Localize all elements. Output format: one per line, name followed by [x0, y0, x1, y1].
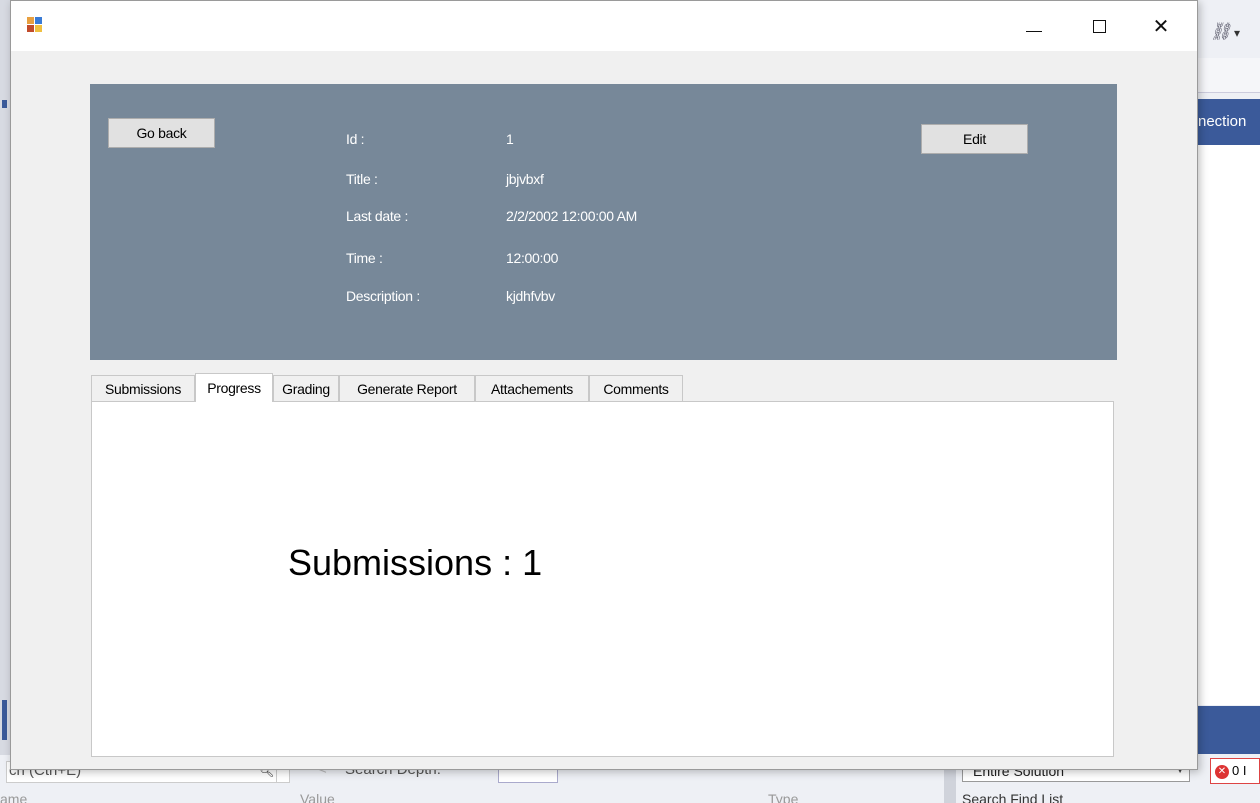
locals-column-headers: ame Value Type Search Find List [0, 791, 1198, 803]
column-header-name[interactable]: ame [0, 791, 27, 803]
close-icon: ✕ [1152, 15, 1170, 38]
tab-progress[interactable]: Progress [195, 373, 273, 402]
find-list-label: Search Find List [962, 791, 1064, 803]
column-header-value[interactable]: Value [300, 791, 335, 803]
close-button[interactable]: ✕ [1138, 1, 1184, 51]
ide-left-strip [0, 0, 10, 803]
column-header-type[interactable]: Type [768, 791, 798, 803]
error-count: 0 I [1232, 763, 1247, 778]
tab-submissions[interactable]: Submissions [91, 375, 195, 401]
go-back-button[interactable]: Go back [108, 118, 215, 148]
edit-button[interactable]: Edit [921, 124, 1028, 154]
ide-toolbar-strip [1198, 58, 1260, 93]
maximize-button[interactable] [1076, 1, 1122, 51]
minimize-icon [1026, 30, 1042, 32]
progress-tab-panel: Submissions : 1 [91, 401, 1114, 757]
tab-grading[interactable]: Grading [273, 375, 339, 401]
last-date-label: Last date : [346, 208, 409, 224]
tool-window-body [1198, 145, 1260, 705]
time-label: Time : [346, 250, 383, 266]
ide-toolbar: ⛓ ▾ [1198, 0, 1260, 58]
ide-panel-header [1198, 706, 1260, 754]
last-date-value: 2/2/2002 12:00:00 AM [506, 208, 637, 224]
assignment-header-panel: Go back Edit Id : 1 Title : jbjvbxf Last… [90, 84, 1117, 360]
toolbar-overflow-icon[interactable]: ▾ [1234, 26, 1240, 40]
id-value: 1 [506, 131, 514, 147]
minimize-button[interactable] [1011, 1, 1057, 51]
app-icon[interactable] [27, 17, 43, 33]
error-filter-button[interactable]: ✕ 0 I [1210, 758, 1260, 784]
tool-window-header[interactable]: nection [1198, 99, 1260, 145]
maximize-icon [1092, 19, 1106, 33]
ide-left-marker [2, 100, 7, 108]
ide-right-pane: ⛓ ▾ nection ✕ 0 I [1198, 0, 1260, 803]
ide-left-marker [2, 700, 7, 740]
description-label: Description : [346, 288, 420, 304]
tab-comments[interactable]: Comments [589, 375, 683, 401]
id-label: Id : [346, 131, 365, 147]
title-label: Title : [346, 171, 378, 187]
title-bar[interactable]: ✕ [11, 1, 1197, 51]
tab-generate-report[interactable]: Generate Report [339, 375, 475, 401]
disconnect-icon[interactable]: ⛓ [1210, 22, 1232, 42]
time-value: 12:00:00 [506, 250, 559, 266]
tab-attachements[interactable]: Attachements [475, 375, 589, 401]
assignment-window: ✕ Go back Edit Id : 1 Title : jbjvbxf La… [10, 0, 1198, 770]
error-icon: ✕ [1215, 764, 1229, 779]
description-value: kjdhfvbv [506, 288, 555, 304]
title-value: jbjvbxf [506, 171, 544, 187]
submissions-count-label: Submissions : 1 [288, 542, 543, 583]
